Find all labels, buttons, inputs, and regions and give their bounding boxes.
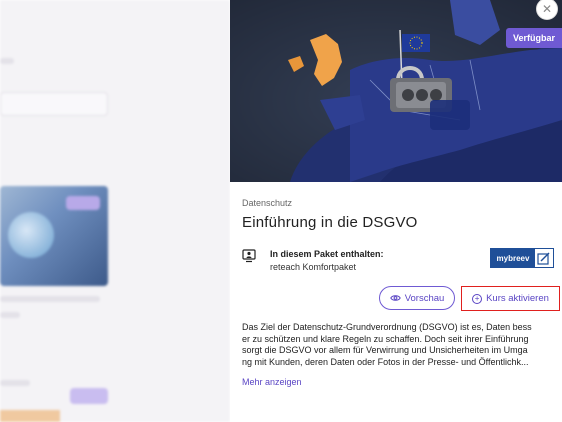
monitor-person-icon [242,249,256,263]
bg-card-badge [66,196,100,210]
close-icon: ✕ [541,2,553,16]
preview-label: Vorschau [404,292,445,304]
description-line: er zu schützen und klare Regeln zu schaf… [242,333,529,344]
course-description: Das Ziel der Datenschutz-Grundverordnung… [242,322,556,368]
package-name: reteach Komfortpaket [270,262,357,272]
package-info: In diesem Paket enthalten: reteach Komfo… [242,247,554,275]
bg-text [0,296,100,302]
bg-text [0,312,20,318]
course-category: Datenschutz [242,198,293,208]
bg-button [70,388,108,404]
description-line: Das Ziel der Datenschutz-Grundverordnung… [242,322,532,332]
bg-image-strip [0,410,60,422]
logo-mark-icon [535,249,553,267]
mybreev-logo: mybreev [490,248,554,268]
activate-label: Kurs aktivieren [486,293,549,304]
bg-course-card [0,186,108,286]
bg-text [0,380,30,386]
package-heading: In diesem Paket enthalten: [270,249,384,259]
course-title: Einführung in die DSGVO [242,214,418,231]
preview-button[interactable]: Vorschau [379,286,455,310]
course-hero-image: Verfügbar [230,0,562,182]
activate-course-button[interactable]: + Kurs aktivieren [461,286,560,311]
bg-text [0,58,14,64]
description-line: ng mit Kunden, deren Daten oder Fotos in… [242,356,529,367]
show-more-link[interactable]: Mehr anzeigen [242,377,302,387]
logo-text: mybreev [491,249,535,267]
plus-circle-icon: + [472,293,483,304]
eye-icon [389,295,401,301]
bg-card-image [8,212,54,258]
availability-badge: Verfügbar [505,28,562,48]
bg-input [0,92,108,116]
description-line: sorgt die DSGVO vor allem für Verwirrung… [242,345,528,356]
background-page [0,0,230,422]
